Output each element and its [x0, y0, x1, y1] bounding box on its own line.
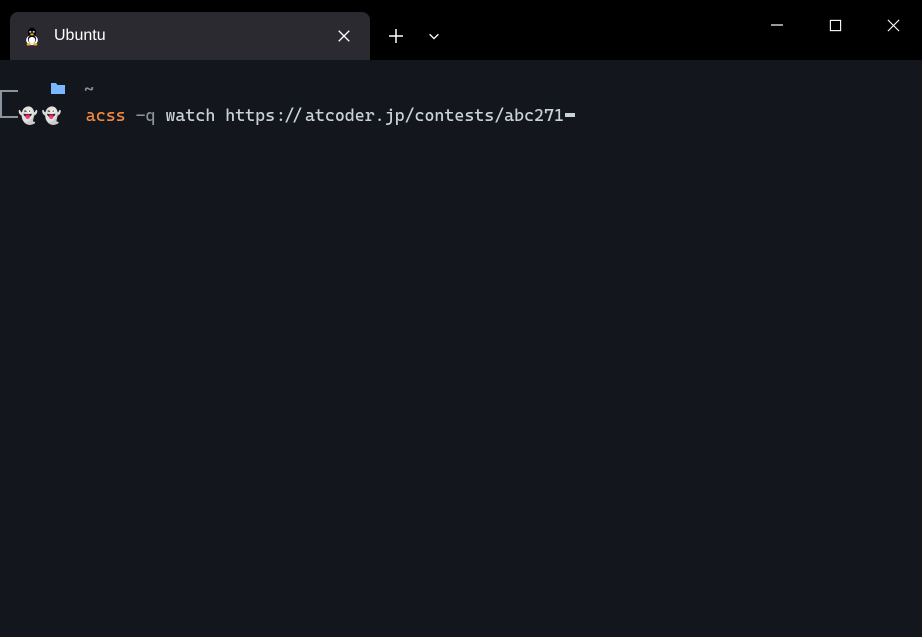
close-window-button[interactable]: [864, 0, 922, 50]
terminal-area[interactable]: ~ 👻 👻 acss -q watch https://atcoder.jp/c…: [0, 60, 922, 637]
command-flag: -q: [136, 104, 156, 128]
prompt-bracket-icon: [0, 90, 18, 116]
command-argument: https://atcoder.jp/contests/abc271: [225, 104, 564, 128]
minimize-button[interactable]: [748, 0, 806, 50]
prompt-path-line: ~: [0, 78, 922, 102]
new-tab-button[interactable]: [376, 12, 416, 60]
titlebar: Ubuntu: [0, 0, 922, 60]
command-text: [66, 104, 86, 128]
maximize-button[interactable]: [806, 0, 864, 50]
ghost-icon: 👻: [42, 105, 62, 127]
command-program: acss: [86, 104, 126, 128]
current-directory: ~: [84, 78, 94, 102]
command-line: 👻 👻 acss -q watch https://atcoder.jp/con…: [0, 104, 922, 128]
terminal-cursor: [565, 113, 575, 117]
ghost-icon: 👻: [18, 105, 38, 127]
tab-title: Ubuntu: [54, 27, 330, 45]
folder-icon: [50, 79, 66, 101]
tux-icon: [22, 26, 42, 46]
tab-dropdown-button[interactable]: [416, 12, 452, 60]
close-tab-button[interactable]: [330, 22, 358, 50]
tab-ubuntu[interactable]: Ubuntu: [10, 12, 370, 60]
prompt-bracket-icon: [0, 116, 18, 118]
command-subcommand: watch: [165, 104, 215, 128]
window-controls: [748, 0, 922, 50]
